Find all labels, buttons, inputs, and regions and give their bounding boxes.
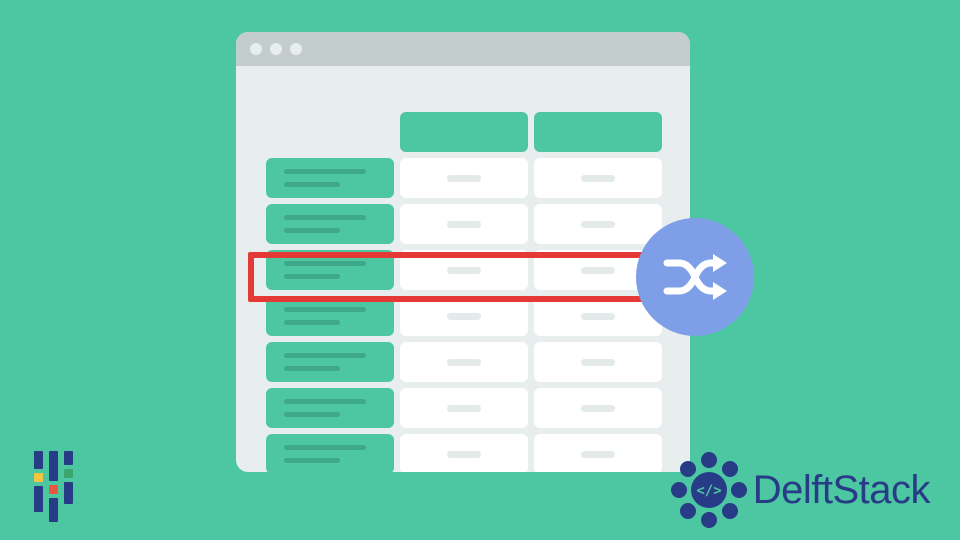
row-label [266, 158, 394, 198]
window-control-dot [250, 43, 262, 55]
brand-name: DelftStack [753, 468, 930, 513]
table-row [266, 434, 662, 472]
data-cell [534, 204, 662, 244]
window-control-dot [270, 43, 282, 55]
table-row [266, 296, 662, 336]
brand: </> DelftStack [671, 452, 930, 528]
row-label [266, 434, 394, 472]
row-label [266, 296, 394, 336]
code-icon: </> [696, 483, 721, 499]
row-label [266, 342, 394, 382]
table-row [266, 204, 662, 244]
data-cell [534, 434, 662, 472]
titlebar [236, 32, 690, 66]
data-cell [400, 204, 528, 244]
table-row [266, 342, 662, 382]
brand-badge-icon: </> [671, 452, 747, 528]
row-label [266, 388, 394, 428]
data-cell [400, 342, 528, 382]
table-row [266, 388, 662, 428]
shuffle-icon [661, 249, 729, 305]
data-cell [400, 388, 528, 428]
corner-cell [266, 112, 394, 152]
column-header [400, 112, 528, 152]
data-cell [400, 158, 528, 198]
data-cell [534, 342, 662, 382]
left-logo-icon [34, 448, 73, 522]
data-cell [534, 388, 662, 428]
shuffle-badge [636, 218, 754, 336]
data-cell [534, 158, 662, 198]
table-row [266, 158, 662, 198]
data-cell [400, 434, 528, 472]
data-cell [400, 296, 528, 336]
window-control-dot [290, 43, 302, 55]
row-label [266, 204, 394, 244]
header-row [266, 112, 662, 152]
column-header [534, 112, 662, 152]
